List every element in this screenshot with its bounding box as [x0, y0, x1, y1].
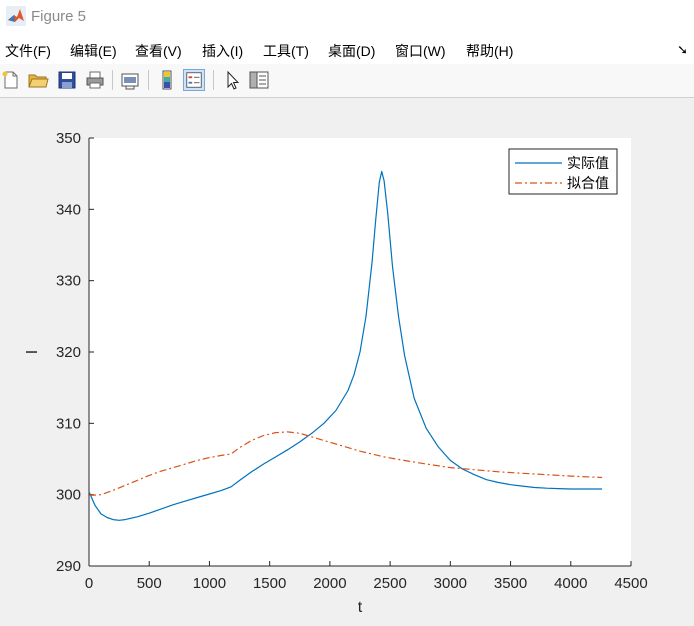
- print-icon[interactable]: [84, 69, 106, 91]
- x-tick-label: 500: [137, 575, 162, 592]
- y-tick-label: 350: [56, 130, 81, 147]
- x-tick-label: 2000: [313, 575, 346, 592]
- x-tick-label: 3000: [434, 575, 467, 592]
- x-tick-label: 4000: [554, 575, 587, 592]
- plot-area: 0 500 1000 1500 2000 2500 3000 3500 4000 4500 290 3…: [24, 130, 648, 616]
- toolbar-separator: [148, 70, 149, 90]
- menu-bar: 文件(F) 编辑(E) 查看(V) 插入(I) 工具(T) 桌面(D) 窗口(W…: [0, 34, 694, 64]
- title-bar: Figure 5: [0, 0, 694, 34]
- save-icon[interactable]: [56, 69, 78, 91]
- menu-help[interactable]: 帮助(H): [466, 41, 513, 61]
- x-tick-label: 3500: [494, 575, 527, 592]
- x-axis-label: t: [358, 599, 363, 616]
- y-tick-label: 330: [56, 273, 81, 290]
- x-tick-label: 1500: [253, 575, 286, 592]
- menu-edit[interactable]: 编辑(E): [70, 41, 117, 61]
- x-tick-label: 1000: [193, 575, 226, 592]
- toolbar-separator: [213, 70, 214, 90]
- link-plot-icon[interactable]: [119, 69, 141, 91]
- colorbar-icon[interactable]: [156, 69, 178, 91]
- legend-label: 拟合值: [567, 175, 609, 191]
- legend-label: 实际值: [567, 155, 609, 171]
- menu-view[interactable]: 查看(V): [135, 41, 182, 61]
- y-tick-label: 320: [56, 344, 81, 361]
- window-title: Figure 5: [31, 8, 87, 25]
- y-tick-label: 290: [56, 558, 81, 575]
- y-axis-label: I: [24, 350, 41, 354]
- arrow-icon[interactable]: ➘: [677, 42, 688, 58]
- x-tick-label: 2500: [373, 575, 406, 592]
- y-tick-label: 300: [56, 487, 81, 504]
- pointer-icon[interactable]: [221, 69, 243, 91]
- menu-file[interactable]: 文件(F): [5, 41, 51, 61]
- new-figure-icon[interactable]: [0, 69, 22, 91]
- figure-canvas: 0 500 1000 1500 2000 2500 3000 3500 4000 4500 290 3…: [0, 98, 694, 626]
- y-tick-label: 310: [56, 415, 81, 432]
- toolbar: [0, 64, 694, 98]
- menu-tools[interactable]: 工具(T): [263, 41, 309, 61]
- y-tick-label: 340: [56, 201, 81, 218]
- menu-insert[interactable]: 插入(I): [202, 41, 243, 61]
- property-inspector-icon[interactable]: [248, 69, 270, 91]
- open-file-icon[interactable]: [27, 69, 49, 91]
- x-tick-label: 0: [85, 575, 93, 592]
- legend-icon[interactable]: [183, 69, 205, 91]
- toolbar-separator: [112, 70, 113, 90]
- menu-window[interactable]: 窗口(W): [395, 41, 446, 61]
- menu-desktop[interactable]: 桌面(D): [328, 41, 375, 61]
- matlab-icon: [6, 6, 26, 26]
- x-tick-label: 4500: [614, 575, 647, 592]
